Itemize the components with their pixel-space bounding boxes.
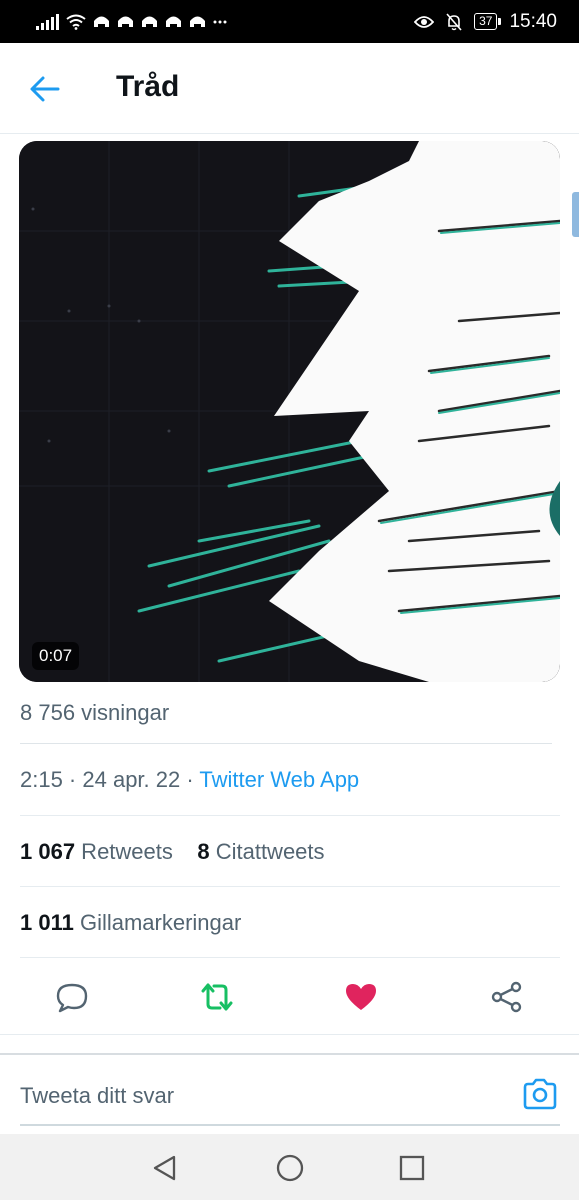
home-circle-icon[interactable]	[275, 1153, 305, 1183]
app-notification-icon	[166, 16, 181, 27]
retweet-icon[interactable]	[200, 980, 234, 1014]
likes-label: Gillamarkeringar	[73, 910, 242, 935]
reply-underline	[20, 1124, 560, 1126]
battery-icon: 37	[474, 13, 502, 30]
app-notification-icon	[190, 16, 205, 27]
app-notification-icon	[118, 16, 133, 27]
timestamp-text: 2:15 · 24 apr. 22 ·	[20, 767, 200, 792]
status-left	[36, 13, 227, 30]
status-right: 37 15:40	[414, 11, 557, 33]
video-frame-image	[19, 141, 560, 682]
tweet-actions	[0, 966, 579, 1028]
bell-off-icon	[446, 12, 462, 31]
app-notification-icon	[94, 16, 109, 27]
retweets-stat[interactable]: 1 067 Retweets	[20, 839, 173, 864]
view-count: 8 756 visningar	[20, 700, 170, 725]
likes-count: 1 011	[20, 910, 74, 935]
camera-icon[interactable]	[522, 1077, 558, 1111]
back-triangle-icon[interactable]	[150, 1153, 180, 1183]
signal-icon	[36, 13, 59, 30]
likes-stat[interactable]: 1 011 Gillamarkeringar	[20, 910, 241, 936]
recents-square-icon[interactable]	[397, 1153, 427, 1183]
tweet-timestamp: 2:15 · 24 apr. 22 · Twitter Web App	[20, 767, 359, 793]
source-link[interactable]: Twitter Web App	[199, 767, 359, 792]
scrollbar[interactable]	[572, 192, 579, 237]
tweet-video[interactable]	[19, 141, 560, 682]
video-duration-badge: 0:07	[32, 642, 80, 670]
divider	[20, 957, 560, 958]
eye-icon	[414, 15, 435, 28]
more-icon	[213, 20, 227, 23]
engagement-stats: 1 067 Retweets 8 Citattweets	[20, 839, 325, 865]
quotes-stat[interactable]: 8 Citattweets	[197, 839, 324, 864]
divider	[20, 886, 560, 887]
arrow-left-icon[interactable]	[28, 73, 64, 105]
divider	[20, 743, 552, 744]
divider	[20, 815, 560, 816]
app-notification-icon	[142, 16, 157, 27]
clock: 15:40	[509, 10, 557, 32]
reply-input[interactable]	[20, 1078, 500, 1114]
quotes-label: Citattweets	[209, 839, 325, 864]
system-nav-bar	[0, 1134, 579, 1200]
retweets-count: 1 067	[20, 839, 76, 864]
top-app-bar: Tråd	[0, 43, 579, 134]
share-icon[interactable]	[490, 980, 524, 1014]
reply-icon[interactable]	[55, 980, 89, 1014]
retweets-label: Retweets	[75, 839, 173, 864]
heart-icon[interactable]	[344, 980, 378, 1014]
page-title: Tråd	[116, 70, 180, 103]
quotes-count: 8	[197, 839, 210, 864]
divider	[0, 1053, 579, 1055]
status-bar: 37 15:40	[0, 0, 579, 43]
section-gap	[0, 1035, 579, 1053]
wifi-icon	[66, 14, 86, 30]
